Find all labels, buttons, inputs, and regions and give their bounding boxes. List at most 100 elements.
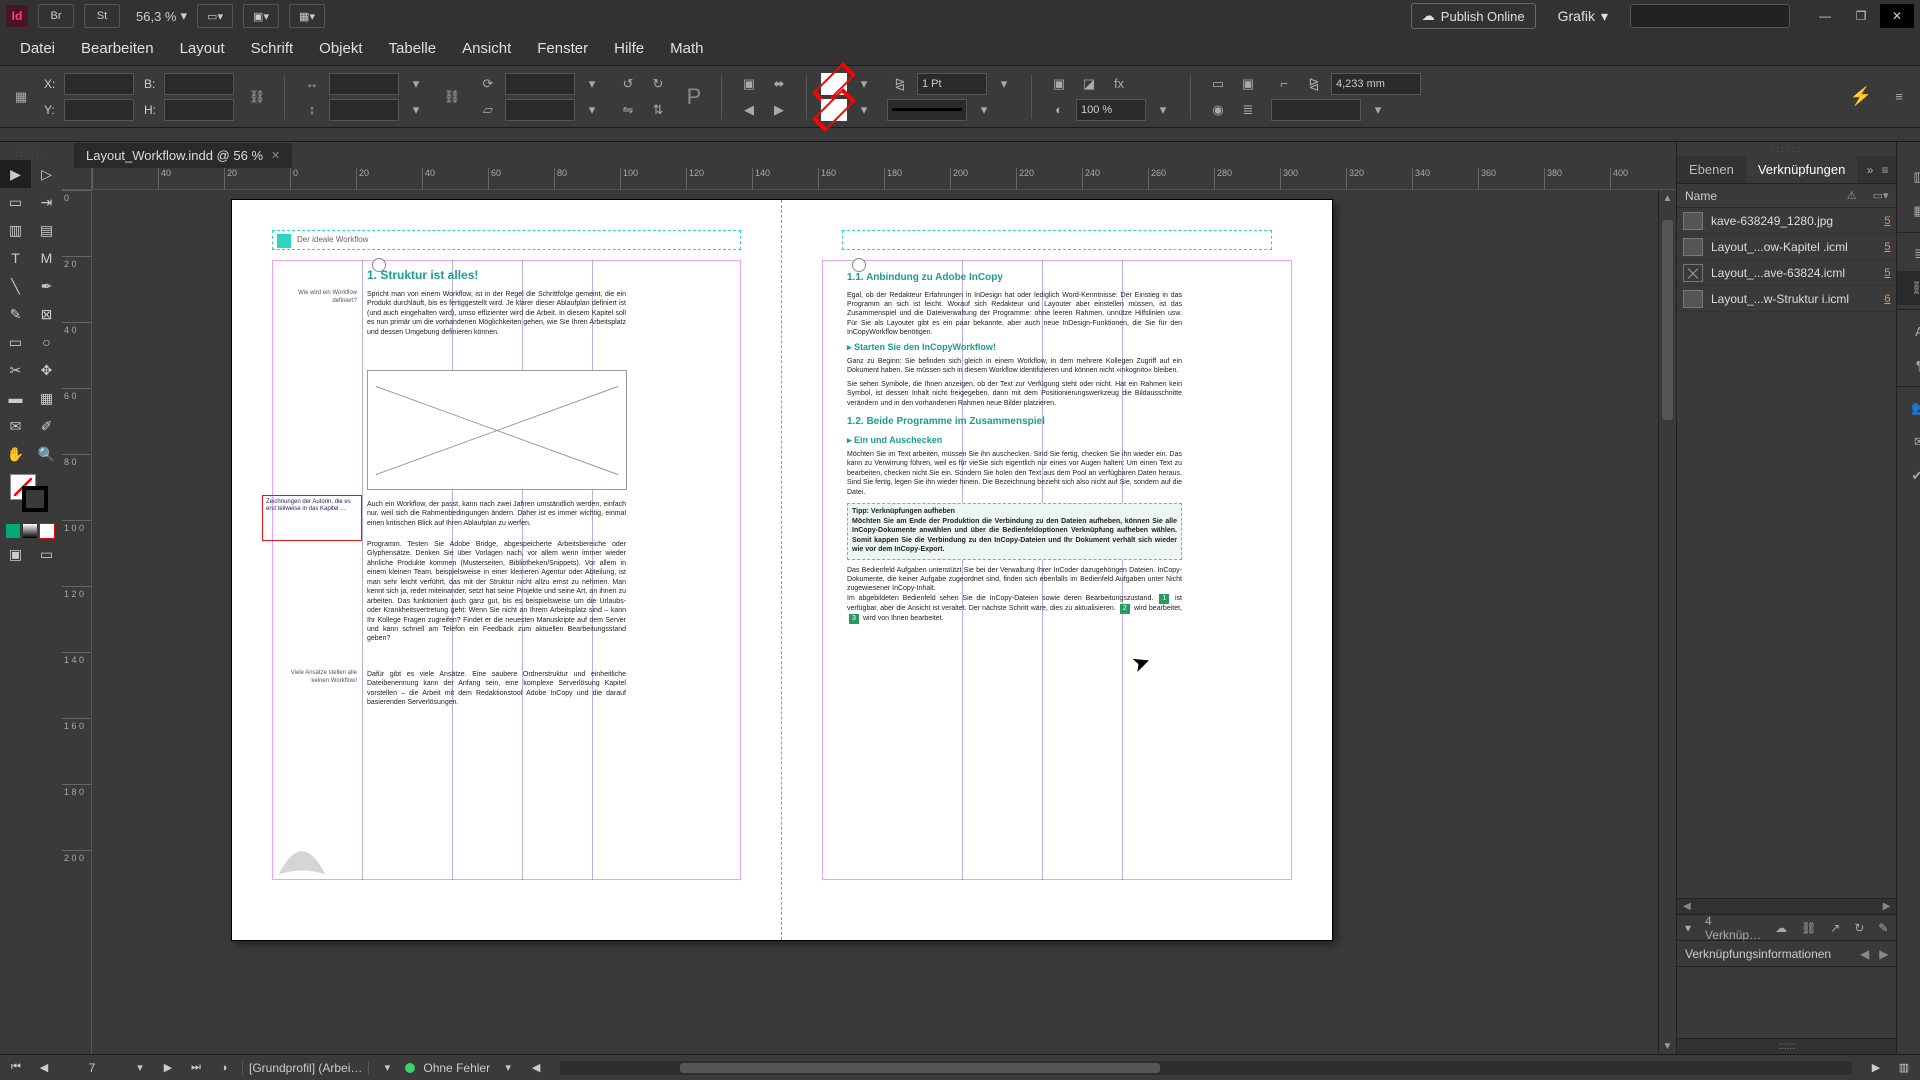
menu-datei[interactable]: Datei: [8, 34, 67, 63]
bridge-button[interactable]: Br: [38, 4, 74, 28]
edit-original-icon[interactable]: ✎: [1878, 921, 1888, 935]
dock-notizen[interactable]: ✉Notizen: [1897, 425, 1920, 459]
dock-aenderungen[interactable]: ✔Änderungen verfolgen: [1897, 459, 1920, 493]
panel-grip[interactable]: ::::::: [1677, 142, 1896, 156]
prev-link-icon[interactable]: ◀: [1860, 947, 1869, 961]
link-row[interactable]: kave-638249_1280.jpg5: [1677, 208, 1896, 234]
normal-view-icon[interactable]: ▣: [0, 540, 31, 568]
stroke-weight-stepper[interactable]: ⧎: [887, 73, 913, 95]
dropdown-icon[interactable]: ▾: [991, 73, 1017, 95]
note-tool[interactable]: ✉: [0, 412, 31, 440]
annotation-frame[interactable]: Zeichnungen der Autorin, die es erst tei…: [262, 495, 362, 541]
menu-schrift[interactable]: Schrift: [239, 34, 306, 63]
fx-icon[interactable]: fx: [1106, 73, 1132, 95]
tab-verknuepfungen[interactable]: Verknüpfungen: [1746, 156, 1857, 183]
menu-hilfe[interactable]: Hilfe: [602, 34, 656, 63]
zoom-tool[interactable]: 🔍: [31, 440, 62, 468]
corner-options-icon[interactable]: ⌐: [1271, 73, 1297, 95]
preflight-status-text[interactable]: Ohne Fehler: [423, 1061, 490, 1075]
menu-fenster[interactable]: Fenster: [525, 34, 600, 63]
apply-color-icon[interactable]: [6, 524, 20, 538]
rotate-ccw-icon[interactable]: ↺: [615, 73, 641, 95]
link-row[interactable]: Layout_...w-Struktur i.icml6: [1677, 286, 1896, 312]
apply-none-icon[interactable]: [40, 524, 54, 538]
auto-fit-icon[interactable]: ▣: [1046, 73, 1072, 95]
zoom-level[interactable]: 56,3 %▾: [136, 8, 187, 24]
constrain-proportions-icon[interactable]: ⛓: [244, 86, 270, 108]
eyedropper-tool[interactable]: ✐: [31, 412, 62, 440]
scroll-left-button[interactable]: ◀: [526, 1059, 546, 1077]
close-button[interactable]: ✕: [1880, 4, 1914, 28]
collapse-panel-icon[interactable]: »: [1867, 163, 1874, 177]
container-select-icon[interactable]: ▣: [736, 73, 762, 95]
rectangle-frame-tool[interactable]: ⊠: [31, 300, 62, 328]
quick-apply-icon[interactable]: ⚡: [1846, 86, 1876, 107]
pages-panel-strip[interactable]: ::::::: [1677, 1038, 1896, 1054]
relink-cc-icon[interactable]: ☁: [1775, 921, 1787, 935]
y-field[interactable]: [64, 99, 134, 121]
ellipse-tool[interactable]: ○: [31, 328, 62, 356]
link-page[interactable]: 6: [1872, 293, 1890, 305]
scroll-down-arrow[interactable]: ▼: [1659, 1038, 1676, 1054]
expand-icon[interactable]: ▾: [1685, 921, 1691, 935]
direct-selection-tool[interactable]: ▷: [31, 160, 62, 188]
next-object-icon[interactable]: ▶: [766, 99, 792, 121]
links-hscroll[interactable]: ◀▶: [1677, 898, 1896, 914]
preflight-profile[interactable]: [Grundprofil] (Arbei…: [242, 1061, 369, 1075]
pen-tool[interactable]: ✒: [31, 272, 62, 300]
publish-online-button[interactable]: ☁Publish Online: [1411, 3, 1536, 29]
dock-verknuepfungen[interactable]: ⛓Verknüpfungen: [1897, 271, 1920, 305]
running-header-frame[interactable]: [842, 230, 1272, 250]
reference-point-proxy[interactable]: ▦: [8, 86, 34, 108]
workspace-switcher[interactable]: Grafik▾: [1558, 8, 1608, 25]
dropdown-icon[interactable]: ▾: [1365, 99, 1391, 121]
gradient-swatch-tool[interactable]: ▬: [0, 384, 31, 412]
stroke-swatch[interactable]: [821, 99, 847, 121]
content-select-icon[interactable]: ⬌: [766, 73, 792, 95]
apply-gradient-icon[interactable]: [23, 524, 37, 538]
relink-icon[interactable]: ⛓: [1801, 921, 1816, 935]
next-spread-button[interactable]: ▶: [158, 1059, 178, 1077]
free-transform-tool[interactable]: ✥: [31, 356, 62, 384]
scroll-up-arrow[interactable]: ▲: [1659, 190, 1676, 206]
link-page[interactable]: 5: [1872, 241, 1890, 253]
preflight-dropdown-icon[interactable]: ▾: [498, 1059, 518, 1077]
update-link-icon[interactable]: ↻: [1854, 921, 1864, 935]
wrap-none-icon[interactable]: ▭: [1205, 73, 1231, 95]
panel-menu-icon[interactable]: ≡: [1886, 86, 1912, 108]
scrollbar-thumb[interactable]: [1662, 220, 1673, 420]
wrap-shape-icon[interactable]: ◉: [1205, 99, 1231, 121]
horizontal-scrollbar[interactable]: [560, 1061, 1852, 1075]
maximize-button[interactable]: ❐: [1844, 4, 1878, 28]
stroke-weight-field[interactable]: [917, 73, 987, 95]
link-info-header[interactable]: Verknüpfungsinformationen ◀▶: [1677, 940, 1896, 966]
opacity-field[interactable]: [1076, 99, 1146, 121]
fill-stroke-proxy[interactable]: [4, 474, 58, 516]
scrollbar-thumb[interactable]: [680, 1063, 1160, 1073]
dropdown-icon[interactable]: ▾: [403, 99, 429, 121]
line-tool[interactable]: ╲: [0, 272, 31, 300]
page-tool[interactable]: ▭: [0, 188, 31, 216]
horizontal-ruler[interactable]: 4020020406080100120140160180200220240260…: [92, 168, 1676, 190]
menu-tabelle[interactable]: Tabelle: [377, 34, 449, 63]
link-row[interactable]: Layout_...ow-Kapitel .icml5: [1677, 234, 1896, 260]
split-view-button[interactable]: ▥: [1894, 1059, 1914, 1077]
link-row[interactable]: Layout_...ave-63824.icml5: [1677, 260, 1896, 286]
drop-shadow-icon[interactable]: ◪: [1076, 73, 1102, 95]
arrange-button[interactable]: ▦▾: [289, 4, 325, 28]
menu-layout[interactable]: Layout: [168, 34, 237, 63]
dropdown-icon[interactable]: ▾: [579, 73, 605, 95]
prev-spread-button[interactable]: ◀: [34, 1059, 54, 1077]
view-options-button[interactable]: ▭▾: [197, 4, 233, 28]
page-dropdown-icon[interactable]: ▾: [130, 1059, 150, 1077]
dropdown-icon[interactable]: ▾: [403, 73, 429, 95]
dock-seiten[interactable]: ▥Seiten: [1897, 160, 1920, 194]
dock-absatzformate[interactable]: ¶Absatzformate: [1897, 348, 1920, 382]
link-page[interactable]: 5: [1872, 215, 1890, 227]
menu-ansicht[interactable]: Ansicht: [450, 34, 523, 63]
scissors-tool[interactable]: ✂: [0, 356, 31, 384]
type-tool[interactable]: T: [0, 244, 31, 272]
dropdown-icon[interactable]: ▾: [579, 99, 605, 121]
content-placer-tool[interactable]: ▤: [31, 216, 62, 244]
prev-object-icon[interactable]: ◀: [736, 99, 762, 121]
